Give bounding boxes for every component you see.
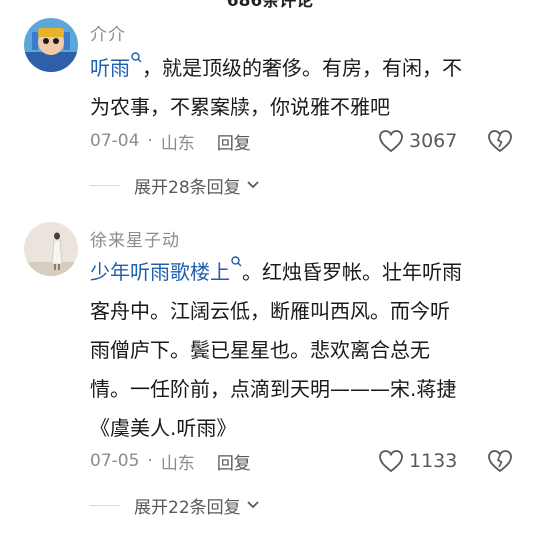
separator-dot: · — [147, 131, 153, 151]
avatar-image — [24, 18, 78, 72]
chevron-down-icon — [247, 181, 259, 189]
topic-link[interactable]: 听雨 — [90, 52, 142, 80]
comment-location: 山东 — [160, 453, 195, 474]
like-count: 3067 — [409, 130, 458, 152]
reply-button[interactable]: 回复 — [217, 449, 251, 474]
heart-outline-icon — [379, 130, 403, 153]
like-button[interactable]: 3067 — [378, 126, 457, 156]
comment-username[interactable]: 介介 — [90, 20, 126, 45]
divider-line — [90, 184, 120, 186]
comment-meta: 07-04 · 山东 回复 — [90, 129, 251, 154]
comment-username[interactable]: 徐来星子动 — [90, 226, 180, 251]
broken-heart-icon[interactable] — [486, 127, 514, 155]
expand-replies-button[interactable]: 展开28条回复 — [90, 173, 260, 198]
search-icon — [231, 256, 242, 267]
expand-replies-button[interactable]: 展开22条回复 — [90, 493, 260, 518]
avatar[interactable] — [24, 222, 78, 276]
heart-outline-icon — [379, 450, 403, 473]
avatar[interactable] — [24, 18, 78, 72]
chevron-down-icon — [247, 501, 259, 509]
divider-line — [90, 504, 120, 506]
broken-heart-icon[interactable] — [486, 447, 514, 475]
comment-date: 07-05 — [90, 451, 140, 471]
search-icon — [131, 52, 142, 63]
reply-button[interactable]: 回复 — [217, 129, 251, 154]
avatar-image — [24, 222, 78, 276]
topic-link[interactable]: 少年听雨歌楼上 — [90, 256, 242, 284]
comment-meta: 07-05 · 山东 回复 — [90, 449, 251, 474]
expand-replies-label: 展开22条回复 — [134, 497, 241, 518]
expand-replies-label: 展开28条回复 — [134, 177, 241, 198]
comment-text: 听雨 ，就是顶级的奢侈。有房，有闲，不 为农事，不累案牍，你说雅不雅吧 — [90, 49, 518, 127]
separator-dot: · — [147, 451, 153, 471]
page-title: 686条评论 — [226, 0, 314, 11]
comment-location: 山东 — [160, 133, 195, 154]
like-button[interactable]: 1133 — [378, 446, 457, 476]
like-count: 1133 — [409, 450, 458, 472]
comment-date: 07-04 — [90, 131, 140, 151]
comment-text: 少年听雨歌楼上 。红烛昏罗帐。壮年听雨 客舟中。江阔云低，断雁叫西风。而今听 雨僧… — [90, 253, 518, 448]
